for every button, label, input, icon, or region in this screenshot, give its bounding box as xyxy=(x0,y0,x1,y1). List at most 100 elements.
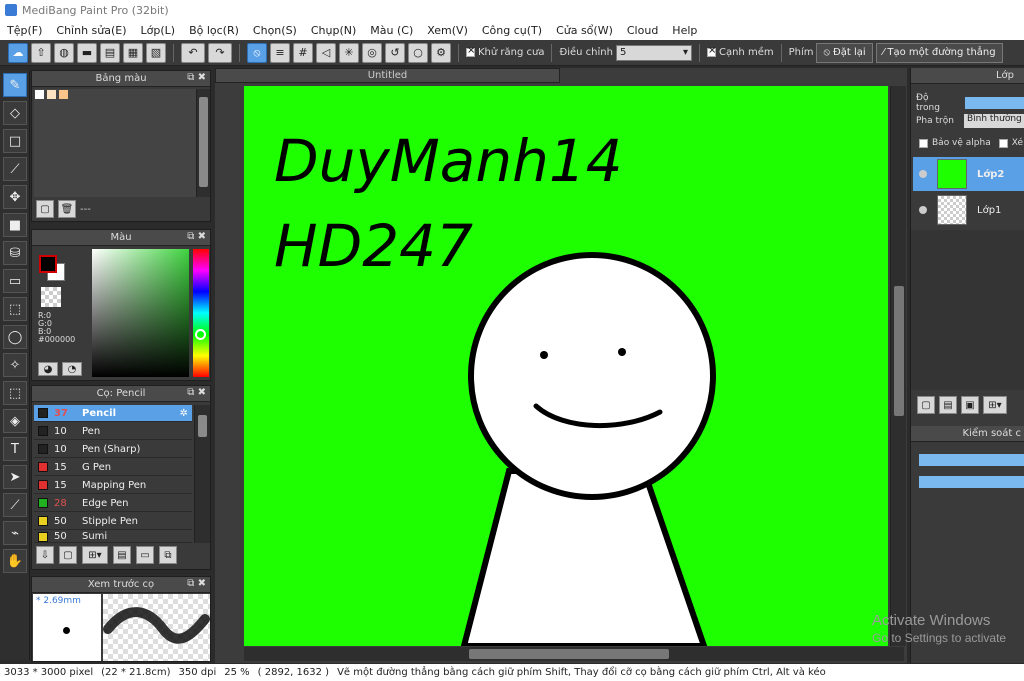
adjust-dropdown[interactable]: 5 ▾ xyxy=(615,44,692,61)
canvas-vertical-scrollbar[interactable] xyxy=(890,86,906,646)
brush-item-g-pen[interactable]: 15 G Pen xyxy=(34,459,192,476)
rect-select-tool-icon[interactable]: ⬚ xyxy=(3,297,27,321)
color-palette-icon[interactable]: ◕ xyxy=(38,362,58,376)
snap-settings-icon[interactable]: ⚙ xyxy=(431,42,451,63)
menu-cloud[interactable]: Cloud xyxy=(620,24,665,37)
brush-cloud-icon[interactable]: ⇩ xyxy=(36,546,54,564)
hue-slider[interactable] xyxy=(193,249,209,377)
document-tab[interactable]: Untitled xyxy=(215,68,560,83)
concentric-snap-icon[interactable]: ◎ xyxy=(362,42,382,63)
reset-button[interactable]: ⦸ Đặt lại xyxy=(816,42,873,63)
menu-edit[interactable]: Chỉnh sửa(E) xyxy=(49,24,133,37)
palette-swatch[interactable] xyxy=(47,90,56,99)
upload-icon[interactable]: ⇧ xyxy=(31,42,51,63)
menu-view[interactable]: Xem(V) xyxy=(420,24,475,37)
lasso-tool-icon[interactable]: ◯ xyxy=(3,325,27,349)
canvas-horizontal-scrollbar[interactable] xyxy=(244,647,904,661)
menu-select[interactable]: Chọn(S) xyxy=(246,24,304,37)
panel-icon[interactable]: ▧ xyxy=(146,42,166,63)
text-tool-icon[interactable]: T xyxy=(3,437,27,461)
gear-icon[interactable]: ✲ xyxy=(180,408,188,419)
page-icon[interactable]: ▤ xyxy=(100,42,120,63)
radial-snap-icon[interactable]: ✳ xyxy=(339,42,359,63)
scrollbar-thumb[interactable] xyxy=(198,415,207,437)
palette-scrollbar[interactable] xyxy=(196,89,210,197)
new-color-icon[interactable]: ▢ xyxy=(36,200,54,218)
eye-icon[interactable] xyxy=(919,170,927,178)
drawing-canvas[interactable]: DuyManh14 HD247 xyxy=(244,86,888,649)
fill-rect-tool-icon[interactable]: ■ xyxy=(3,213,27,237)
close-icon[interactable]: ⧉ ✖ xyxy=(187,387,206,398)
brush-item-mapping-pen[interactable]: 15 Mapping Pen xyxy=(34,477,192,494)
close-icon[interactable]: ⧉ ✖ xyxy=(187,578,206,589)
delete-icon[interactable]: 🗑 xyxy=(58,200,76,218)
add-brush-icon[interactable]: ⊞▾ xyxy=(82,546,108,564)
scrollbar-thumb[interactable] xyxy=(469,649,669,659)
frame-icon[interactable]: ▦ xyxy=(123,42,143,63)
select-eraser-tool-icon[interactable]: ◈ xyxy=(3,409,27,433)
undo-icon[interactable]: ↶ xyxy=(181,42,205,63)
antialias-option[interactable]: Khử răng cưa xyxy=(466,45,544,58)
menu-window[interactable]: Cửa sổ(W) xyxy=(549,24,620,37)
menu-tools[interactable]: Công cụ(T) xyxy=(475,24,549,37)
split-tool-icon[interactable]: ⟋ xyxy=(3,493,27,517)
brush-settings-icon[interactable]: ▤ xyxy=(113,546,131,564)
pen-stroke-tool-icon[interactable]: ⟋ xyxy=(3,157,27,181)
palette-swatch[interactable] xyxy=(35,90,44,99)
protect-alpha-row[interactable]: Bảo vệ alpha Xé xyxy=(919,138,1023,148)
clip-checkbox[interactable] xyxy=(998,138,1008,148)
dot-tool-icon[interactable]: □ xyxy=(3,129,27,153)
soft-edge-option[interactable]: Cạnh mềm xyxy=(706,45,774,58)
brush-item-edge-pen[interactable]: 28 Edge Pen xyxy=(34,495,192,512)
antialias-checkbox[interactable] xyxy=(466,45,475,57)
scrollbar-thumb[interactable] xyxy=(199,97,208,187)
eyedropper-tool-icon[interactable]: ⌁ xyxy=(3,521,27,545)
grid-snap-icon[interactable]: # xyxy=(293,42,313,63)
new-layer-icon[interactable]: ▢ xyxy=(917,396,935,414)
menu-snap[interactable]: Chụp(N) xyxy=(304,24,363,37)
snap-off-icon[interactable]: ⦸ xyxy=(247,42,267,63)
magic-wand-tool-icon[interactable]: ✧ xyxy=(3,353,27,377)
blend-dropdown[interactable]: Bình thường xyxy=(963,114,1024,128)
menu-help[interactable]: Help xyxy=(665,24,704,37)
straight-line-button[interactable]: ⁄ Tạo một đường thẳng xyxy=(875,42,1003,63)
comment-icon[interactable]: ▬ xyxy=(77,42,97,63)
parallel-snap-icon[interactable]: ≡ xyxy=(270,42,290,63)
move-tool-icon[interactable]: ✥ xyxy=(3,185,27,209)
circle-snap-icon[interactable]: ○ xyxy=(408,42,428,63)
soft-edge-checkbox[interactable] xyxy=(706,45,716,57)
menu-filter[interactable]: Bộ lọc(R) xyxy=(182,24,246,37)
saturation-value-picker[interactable] xyxy=(92,249,189,377)
redo-icon[interactable]: ↷ xyxy=(208,42,232,63)
eraser-tool-icon[interactable]: ◇ xyxy=(3,101,27,125)
close-icon[interactable]: ⧉ ✖ xyxy=(187,72,206,83)
layer-properties-icon[interactable]: ▤ xyxy=(939,396,957,414)
close-icon[interactable]: ⧉ ✖ xyxy=(187,231,206,242)
menu-color[interactable]: Màu (C) xyxy=(363,24,420,37)
gradient-tool-icon[interactable]: ▭ xyxy=(3,269,27,293)
folder-icon[interactable]: ▭ xyxy=(136,546,154,564)
new-brush-icon[interactable]: ▢ xyxy=(59,546,77,564)
hand-tool-icon[interactable]: ✋ xyxy=(3,549,27,573)
menu-layer[interactable]: Lớp(L) xyxy=(134,24,183,37)
color-settings-icon[interactable]: ◔ xyxy=(62,362,82,376)
brush-item-pen-sharp[interactable]: 10 Pen (Sharp) xyxy=(34,441,192,458)
hue-handle[interactable] xyxy=(195,329,206,340)
curve-snap-icon[interactable]: ↺ xyxy=(385,42,405,63)
eye-icon[interactable] xyxy=(919,206,927,214)
brush-tool-icon[interactable]: ✎ xyxy=(3,73,27,97)
layer-item-1[interactable]: Lớp1 xyxy=(913,193,1024,227)
operation-tool-icon[interactable]: ➤ xyxy=(3,465,27,489)
cloud-icon[interactable]: ☁ xyxy=(8,42,28,63)
brush-item-sumi[interactable]: 50 Sumi xyxy=(34,531,192,543)
control-slider[interactable] xyxy=(919,476,1024,488)
perspective-snap-icon[interactable]: ◁ xyxy=(316,42,336,63)
bucket-tool-icon[interactable]: ⛁ xyxy=(3,241,27,265)
transparent-color[interactable] xyxy=(41,287,61,307)
brush-item-pencil[interactable]: 37 Pencil ✲ xyxy=(34,405,192,422)
select-pen-tool-icon[interactable]: ⬚ xyxy=(3,381,27,405)
add-layer-icon[interactable]: ⊞▾ xyxy=(983,396,1007,414)
layer-settings-icon[interactable]: ▣ xyxy=(961,396,979,414)
scrollbar-thumb[interactable] xyxy=(894,286,904,416)
control-slider[interactable] xyxy=(919,454,1024,466)
